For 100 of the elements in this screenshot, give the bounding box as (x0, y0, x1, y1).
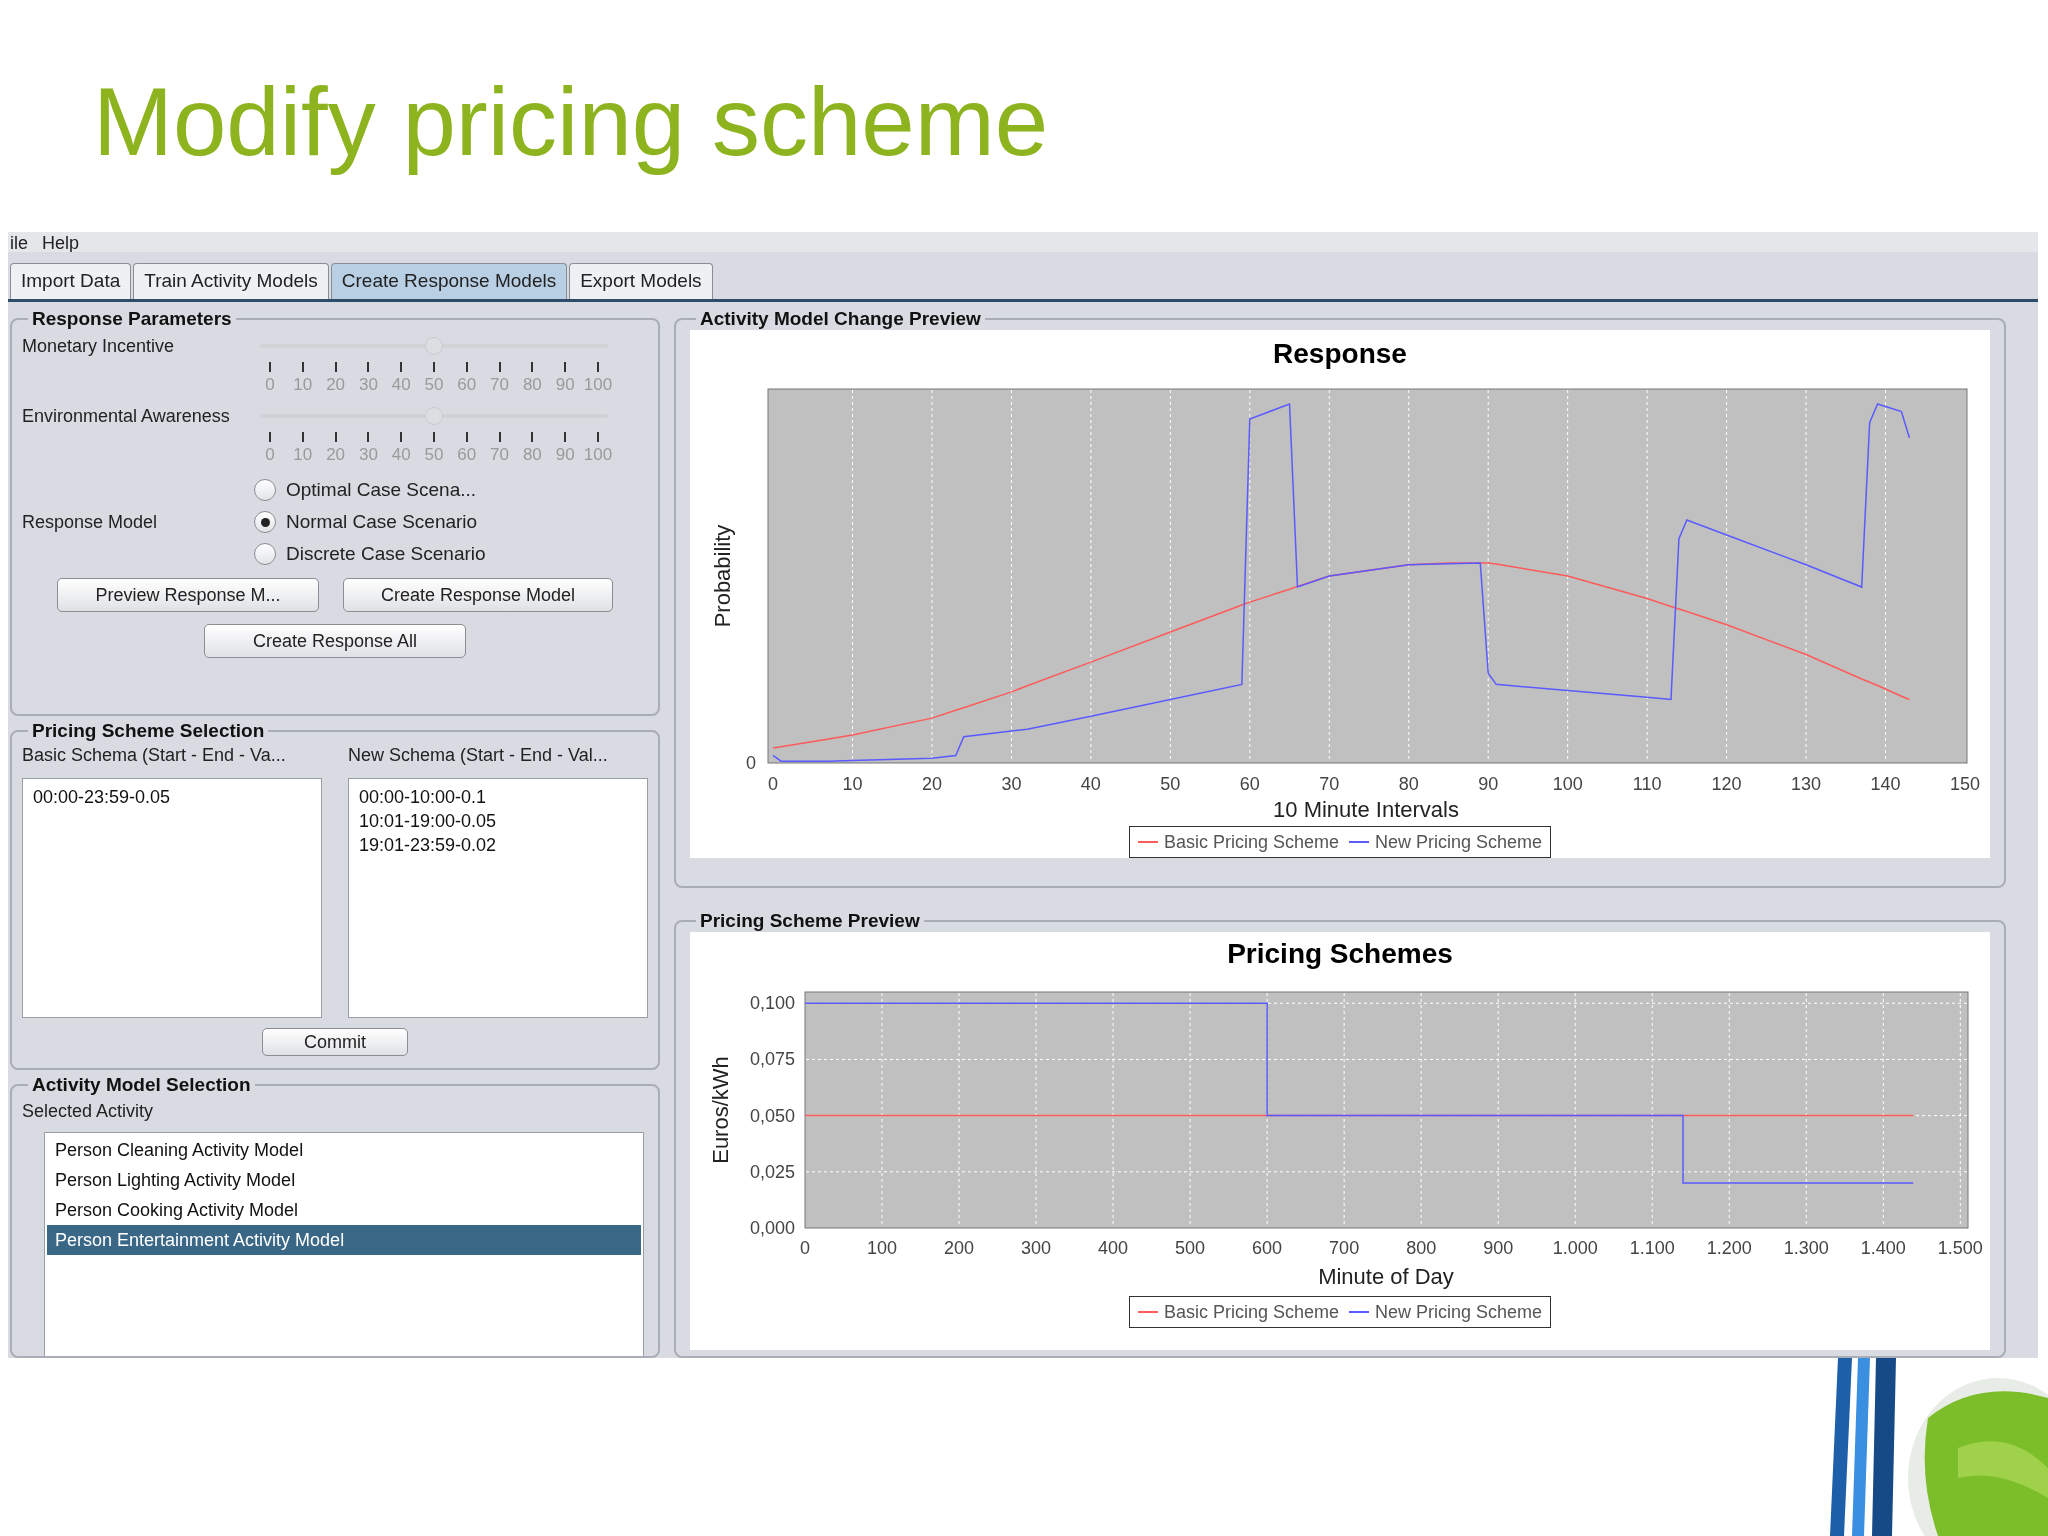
tick-label: 150 (1950, 774, 1980, 794)
axis-title: Probability (710, 524, 735, 628)
tick-label: 700 (1329, 1238, 1360, 1258)
chart-title: Pricing Schemes (1227, 937, 1453, 971)
tick-label: 50 (424, 374, 444, 396)
tick-label: 800 (1406, 1238, 1437, 1258)
tick-label: 140 (1870, 774, 1901, 794)
tick-label: 0,025 (749, 1161, 795, 1182)
slider-label: Environmental Awareness (22, 404, 231, 428)
tick-label: 120 (1711, 774, 1742, 794)
tick-label: 80 (522, 444, 542, 466)
panel-title: Activity Model Selection (31, 1076, 252, 1096)
push-button[interactable]: Create Response Model (343, 578, 613, 612)
push-button[interactable]: Preview Response M... (57, 578, 319, 612)
tick-label: 60 (1239, 774, 1260, 794)
tick-label: 1.400 (1860, 1238, 1906, 1258)
tick-label: 110 (1632, 774, 1662, 794)
tab[interactable]: Import Data (10, 263, 132, 299)
radio-button[interactable] (254, 543, 276, 565)
tick-label: 200 (944, 1238, 975, 1258)
tick-label: 500 (1175, 1238, 1206, 1258)
tick-label: 90 (1478, 774, 1499, 794)
tick-label: 0 (768, 774, 778, 794)
tab[interactable]: Create Response Models (330, 263, 568, 299)
tick-label: 20 (326, 374, 346, 396)
tick-label: 50 (424, 444, 444, 466)
slider-label: Monetary Incentive (22, 334, 176, 358)
tick-label: 100 (583, 444, 613, 466)
tick-label: 70 (490, 444, 510, 466)
tab[interactable]: Train Activity Models (133, 263, 329, 299)
tick-label: 40 (391, 374, 411, 396)
tick-label: 30 (1001, 774, 1022, 794)
tick-label: 900 (1483, 1238, 1514, 1258)
radio-button[interactable] (254, 479, 276, 501)
schema-text-area[interactable]: 00:00-23:59-0.05 (22, 778, 322, 1018)
tick-label: 10 (293, 374, 313, 396)
tick-label: 1.100 (1629, 1238, 1675, 1258)
push-button[interactable]: Commit (262, 1028, 408, 1056)
tick-label: 0,075 (749, 1049, 795, 1070)
tick-label: 90 (555, 444, 575, 466)
legend-label: Basic Pricing Scheme (1163, 1300, 1339, 1324)
legend-label: New Pricing Scheme (1375, 1300, 1543, 1324)
field-label: Response Model (22, 510, 159, 534)
menu-item[interactable]: Help (42, 234, 80, 252)
tick-label: 0 (746, 753, 756, 773)
radio-label: Optimal Case Scena... (286, 477, 477, 502)
tick-label: 70 (490, 374, 510, 396)
tick-label: 30 (358, 374, 378, 396)
tick-label: 70 (1319, 774, 1340, 794)
tick-label: 1.000 (1552, 1238, 1598, 1258)
push-button[interactable]: Create Response All (204, 624, 466, 658)
tick-label: 300 (1021, 1238, 1052, 1258)
tick-label: 10 (842, 774, 863, 794)
legend-label: Basic Pricing Scheme (1163, 830, 1339, 854)
schema-line: 10:01-19:00-0.05 (359, 810, 498, 833)
menu-item[interactable]: ile (10, 234, 28, 252)
axis-title: 10 Minute Intervals (1273, 797, 1459, 822)
tick-label: 80 (1398, 774, 1419, 794)
list-item[interactable]: Person Lighting Activity Model (47, 1165, 641, 1195)
slide-title: Modify pricing scheme (93, 67, 1049, 178)
panel-title: Activity Model Change Preview (699, 308, 982, 330)
tick-label: 40 (1080, 774, 1101, 794)
schema-text-area[interactable]: 00:00-10:00-0.1 10:01-19:00-0.05 19:01-23:59-0.02 (348, 778, 648, 1018)
tick-label: 0 (265, 374, 275, 396)
tick-label: 600 (1252, 1238, 1283, 1258)
schema-line: 00:00-23:59-0.05 (33, 786, 172, 809)
list-item[interactable]: Person Cleaning Activity Model (47, 1135, 641, 1165)
tick-label: 20 (921, 774, 942, 794)
panel-title: Response Parameters (31, 308, 233, 330)
field-label: Selected Activity (22, 1100, 155, 1123)
tick-label: 0,050 (749, 1105, 795, 1126)
axis-title: Minute of Day (1318, 1264, 1454, 1289)
radio-label: Normal Case Scenario (286, 509, 478, 534)
tick-label: 0 (265, 444, 275, 466)
radio-label: Discrete Case Scenario (286, 541, 486, 566)
tick-label: 400 (1098, 1238, 1129, 1258)
tick-label: 1.300 (1783, 1238, 1829, 1258)
axis-title: Euros/kWh (708, 1056, 733, 1164)
list-item[interactable]: Person Entertainment Activity Model (47, 1225, 641, 1255)
tick-label: 1.200 (1706, 1238, 1752, 1258)
tick-label: 100 (1552, 774, 1583, 794)
schema-line: 00:00-10:00-0.1 (359, 786, 488, 809)
panel-title: Pricing Scheme Selection (31, 720, 266, 742)
tick-label: 0 (800, 1238, 810, 1258)
legend-label: New Pricing Scheme (1375, 830, 1543, 854)
tick-label: 80 (522, 374, 542, 396)
tick-label: 1.500 (1937, 1238, 1983, 1258)
tick-label: 20 (326, 444, 346, 466)
tick-label: 40 (391, 444, 411, 466)
tick-label: 130 (1791, 774, 1822, 794)
tick-label: 60 (457, 444, 477, 466)
tick-label: 30 (358, 444, 378, 466)
tick-label: 100 (583, 374, 613, 396)
list-item[interactable]: Person Cooking Activity Model (47, 1195, 641, 1225)
tick-label: 90 (555, 374, 575, 396)
tab[interactable]: Export Models (569, 263, 713, 299)
tick-label: 100 (867, 1238, 898, 1258)
panel-title: Pricing Scheme Preview (699, 912, 921, 932)
radio-button[interactable] (254, 511, 276, 533)
chart-title: Response (1273, 337, 1407, 371)
